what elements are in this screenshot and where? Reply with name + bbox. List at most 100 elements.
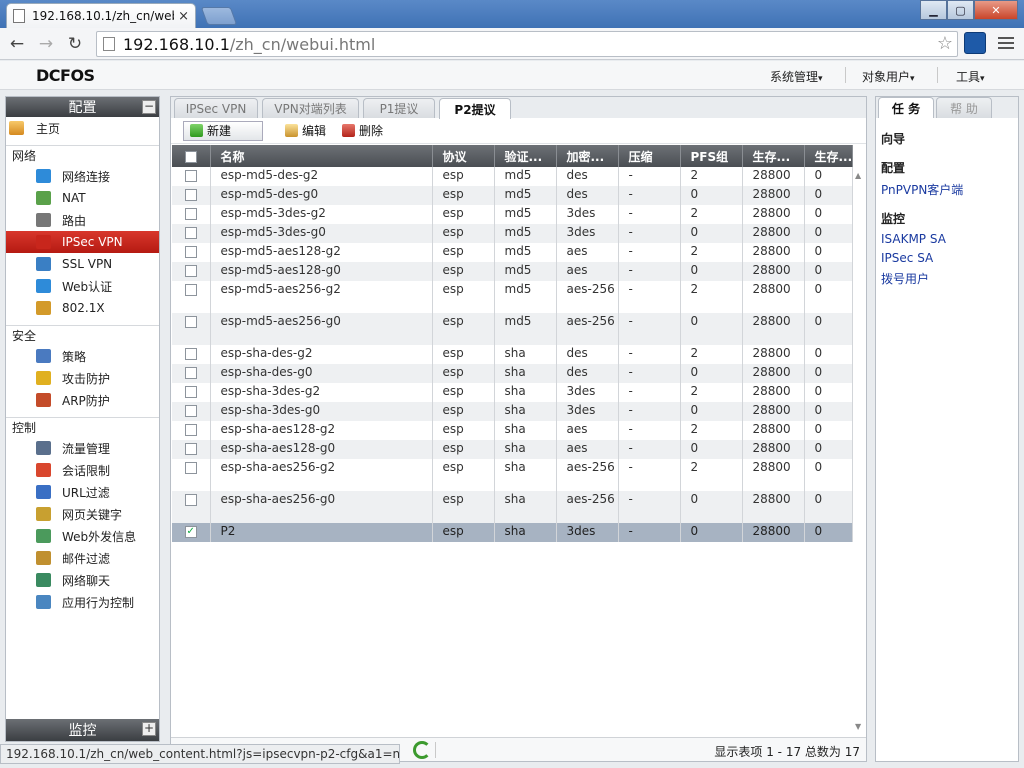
table-row[interactable]: esp-sha-aes256-g2 esp sha aes-256-2 28800 0 [172, 459, 853, 491]
column-header-4[interactable]: 压缩 [618, 145, 681, 167]
table-row[interactable]: esp-sha-des-g0 esp sha des -0 28800 0 [172, 364, 853, 383]
checkbox[interactable] [184, 315, 197, 328]
sidebar-item-0-5[interactable]: Web认证 [6, 275, 159, 297]
row-checkbox[interactable] [172, 345, 211, 364]
row-checkbox[interactable] [172, 491, 211, 523]
maximize-button[interactable]: ▢ [947, 0, 974, 20]
sidebar-item-1-2[interactable]: ARP防护 [6, 389, 159, 411]
checkbox[interactable] [184, 442, 197, 455]
sidebar-item-2-2[interactable]: URL过滤 [6, 481, 159, 503]
checkbox[interactable] [184, 385, 197, 398]
table-row[interactable]: esp-sha-aes256-g0 esp sha aes-256-0 28800 0 [172, 491, 853, 523]
row-checkbox[interactable] [172, 440, 211, 459]
checkbox[interactable] [184, 366, 197, 379]
forward-icon[interactable]: → [35, 33, 57, 55]
minimize-button[interactable]: ▁ [920, 0, 947, 20]
address-bar[interactable]: 192.168.10.1/zh_cn/webui.html ☆ [96, 31, 958, 57]
sidebar-item-1-1[interactable]: 攻击防护 [6, 367, 159, 389]
collapse-icon[interactable]: − [142, 100, 156, 114]
row-checkbox[interactable] [172, 459, 211, 491]
vertical-scrollbar[interactable]: ▲ ▼ [853, 167, 865, 733]
row-checkbox[interactable] [172, 313, 211, 345]
expand-icon[interactable]: + [142, 722, 156, 736]
row-checkbox[interactable] [172, 281, 211, 313]
sidebar-item-home[interactable]: 主页 [6, 117, 159, 139]
tab-ipsec-vpn[interactable]: IPSec VPN [174, 98, 258, 118]
close-window-button[interactable]: ✕ [974, 0, 1018, 20]
column-header-6[interactable]: 生存... [742, 145, 805, 167]
checkbox[interactable] [184, 423, 197, 436]
menu-system-management[interactable]: 系统管理▾ [770, 68, 823, 85]
table-row[interactable]: esp-md5-aes256-g2 esp md5 aes-256-2 28800 0 [172, 281, 853, 313]
sidebar-item-0-0[interactable]: 网络连接 [6, 165, 159, 187]
checkbox[interactable] [184, 283, 197, 296]
delete-button[interactable]: 删除 [336, 121, 389, 141]
tab-tasks[interactable]: 任 务 [878, 97, 934, 118]
new-button[interactable]: 新建 [183, 120, 263, 141]
checkbox[interactable]: ✓ [184, 525, 197, 538]
table-row[interactable]: esp-md5-des-g2 esp md5 des -2 28800 0 [172, 167, 853, 186]
sidebar-monitor-header[interactable]: 监控 + [6, 719, 159, 741]
sidebar-item-0-2[interactable]: 路由 [6, 209, 159, 231]
row-checkbox[interactable] [172, 224, 211, 243]
new-tab-button[interactable] [200, 7, 238, 25]
tab-help[interactable]: 帮 助 [936, 97, 992, 118]
edit-button[interactable]: 编辑 [279, 121, 332, 141]
checkbox[interactable] [184, 226, 197, 239]
tab-p2-proposal[interactable]: P2提议 [439, 98, 511, 119]
checkbox[interactable] [184, 264, 197, 277]
column-header-5[interactable]: PFS组 [680, 145, 743, 167]
task-link[interactable]: IPSec SA [881, 251, 1018, 265]
task-link[interactable]: ISAKMP SA [881, 232, 1018, 246]
sidebar-item-0-3[interactable]: IPSec VPN [6, 231, 159, 253]
scroll-up-icon[interactable]: ▲ [855, 171, 861, 180]
row-checkbox[interactable] [172, 167, 211, 186]
checkbox[interactable] [184, 461, 197, 474]
column-header-2[interactable]: 验证... [494, 145, 557, 167]
row-checkbox[interactable] [172, 383, 211, 402]
sidebar-item-2-7[interactable]: 应用行为控制 [6, 591, 159, 613]
close-tab-icon[interactable]: × [178, 9, 189, 24]
task-link[interactable]: 拨号用户 [881, 270, 1018, 287]
checkbox[interactable] [184, 347, 197, 360]
row-checkbox[interactable] [172, 262, 211, 281]
table-row[interactable]: esp-md5-aes128-g0 esp md5 aes -0 28800 0 [172, 262, 853, 281]
scroll-down-icon[interactable]: ▼ [855, 722, 861, 731]
table-row[interactable]: esp-sha-3des-g2 esp sha 3des -2 28800 0 [172, 383, 853, 402]
row-checkbox[interactable] [172, 205, 211, 224]
row-checkbox[interactable] [172, 243, 211, 262]
table-row[interactable]: esp-md5-aes128-g2 esp md5 aes -2 28800 0 [172, 243, 853, 262]
column-header-3[interactable]: 加密... [556, 145, 619, 167]
column-header-7[interactable]: 生存... [804, 145, 853, 167]
sidebar-item-2-4[interactable]: Web外发信息 [6, 525, 159, 547]
browser-menu-icon[interactable] [998, 32, 1014, 54]
checkbox[interactable] [184, 493, 197, 506]
sidebar-item-2-1[interactable]: 会话限制 [6, 459, 159, 481]
sidebar-item-0-1[interactable]: NAT [6, 187, 159, 209]
row-checkbox[interactable] [172, 421, 211, 440]
table-row[interactable]: esp-sha-aes128-g2 esp sha aes -2 28800 0 [172, 421, 853, 440]
row-checkbox[interactable]: ✓ [172, 523, 211, 542]
table-row[interactable]: esp-md5-3des-g0 esp md5 3des -0 28800 0 [172, 224, 853, 243]
column-header-0[interactable]: 名称 [210, 145, 433, 167]
table-row[interactable]: esp-md5-3des-g2 esp md5 3des -2 28800 0 [172, 205, 853, 224]
table-row[interactable]: esp-sha-aes128-g0 esp sha aes -0 28800 0 [172, 440, 853, 459]
tab-p1-proposal[interactable]: P1提议 [363, 98, 435, 118]
table-row[interactable]: esp-md5-aes256-g0 esp md5 aes-256-0 28800 0 [172, 313, 853, 345]
menu-tools[interactable]: 工具▾ [956, 68, 985, 85]
checkbox[interactable] [184, 207, 197, 220]
checkbox[interactable] [184, 404, 197, 417]
table-row[interactable]: esp-md5-des-g0 esp md5 des -0 28800 0 [172, 186, 853, 205]
sidebar-item-2-3[interactable]: 网页关键字 [6, 503, 159, 525]
sidebar-item-2-6[interactable]: 网络聊天 [6, 569, 159, 591]
reload-icon[interactable]: ↻ [64, 33, 86, 55]
sidebar-item-2-0[interactable]: 流量管理 [6, 437, 159, 459]
bookmark-star-icon[interactable]: ☆ [937, 33, 953, 54]
table-row[interactable]: ✓ P2 esp sha 3des -0 28800 0 [172, 523, 853, 542]
table-row[interactable]: esp-sha-des-g2 esp sha des -2 28800 0 [172, 345, 853, 364]
sidebar-item-1-0[interactable]: 策略 [6, 345, 159, 367]
checkbox[interactable] [184, 169, 197, 182]
task-link[interactable]: PnPVPN客户端 [881, 181, 1018, 198]
extension-icon[interactable] [964, 32, 986, 54]
tab-vpn-peer-list[interactable]: VPN对端列表 [262, 98, 359, 118]
